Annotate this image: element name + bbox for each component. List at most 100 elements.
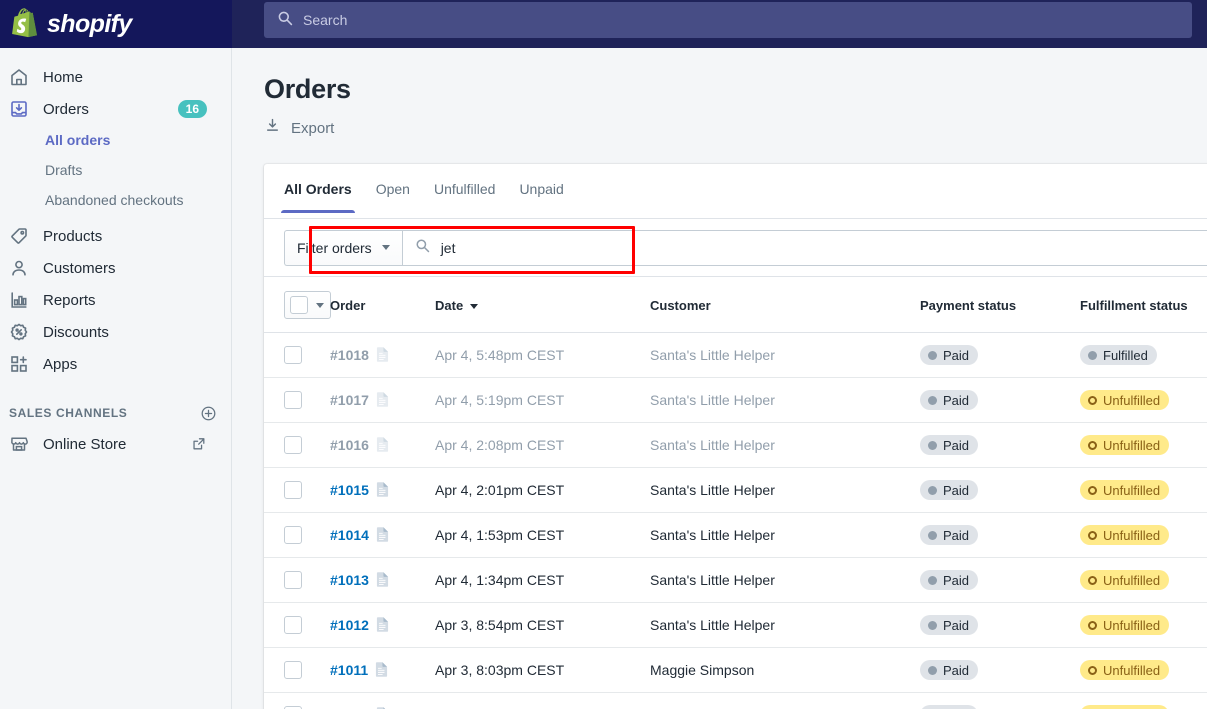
global-search-input[interactable]: Search: [264, 2, 1192, 38]
customer-name: Santa's Little Helper: [650, 437, 775, 453]
filter-orders-dropdown[interactable]: Filter orders: [284, 229, 402, 266]
row-checkbox[interactable]: [284, 436, 302, 455]
table-row[interactable]: #1016 Apr 4, 2:08pm CEST Santa's Little He…: [264, 422, 1207, 468]
order-date-cell: Apr 3, 8:54pm CEST: [435, 602, 650, 648]
order-date: Apr 3, 8:03pm CEST: [435, 662, 565, 678]
payment-status-cell: Paid: [920, 692, 1080, 709]
sidebar-item-customers[interactable]: Customers: [0, 252, 223, 284]
row-checkbox[interactable]: [284, 661, 302, 680]
order-number-cell: #1011: [330, 647, 435, 693]
sales-channels-title: SALES CHANNELS: [9, 406, 128, 420]
tab-unpaid[interactable]: Unpaid: [507, 164, 575, 212]
sidebar-item-abandoned-checkouts[interactable]: Abandoned checkouts: [0, 185, 231, 215]
table-row[interactable]: #1010Apr 3, 7:31pm CESTSanta's Little He…: [264, 692, 1207, 709]
table-row[interactable]: #1014 Apr 4, 1:53pm CEST Santa's Little He…: [264, 512, 1207, 558]
chevron-down-icon[interactable]: [316, 302, 324, 308]
shopify-logo[interactable]: shopify: [11, 8, 132, 40]
order-number-cell: #1015: [330, 467, 435, 513]
sidebar-item-online-store[interactable]: Online Store: [0, 428, 223, 460]
filter-orders-label: Filter orders: [297, 239, 372, 256]
fulfillment-status-badge: Fulfilled: [1080, 345, 1157, 365]
status-dot-icon: [928, 665, 937, 675]
main-content: Orders Export All Orders Open Unfulfille…: [232, 48, 1207, 709]
orders-search-value: jet: [440, 239, 456, 256]
orders-search-input[interactable]: jet: [401, 229, 1207, 266]
row-checkbox[interactable]: [284, 571, 302, 590]
filter-row: Filter orders jet: [264, 219, 1207, 277]
sidebar-item-all-orders[interactable]: All orders: [0, 125, 231, 155]
sidebar-item-drafts[interactable]: Drafts: [0, 155, 231, 185]
table-row[interactable]: #1015 Apr 4, 2:01pm CEST Santa's Little He…: [264, 467, 1207, 513]
row-select-cell: [264, 467, 330, 513]
order-link[interactable]: #1016: [330, 437, 369, 453]
table-row[interactable]: #1013 Apr 4, 1:34pm CEST Santa's Little He…: [264, 557, 1207, 603]
row-checkbox[interactable]: [284, 346, 302, 365]
table-row[interactable]: #1012 Apr 3, 8:54pm CEST Santa's Little He…: [264, 602, 1207, 648]
tab-unfulfilled[interactable]: Unfulfilled: [422, 164, 507, 212]
fulfillment-status-cell: Unfulfilled: [1080, 647, 1207, 693]
header-fulfillment-status[interactable]: Fulfillment status: [1080, 277, 1207, 333]
sidebar-item-label: Discounts: [43, 323, 109, 341]
table-row[interactable]: #1018 Apr 4, 5:48pm CEST Santa's Little He…: [264, 332, 1207, 378]
fulfillment-status-cell: Unfulfilled: [1080, 602, 1207, 648]
fulfillment-status-cell: Fulfilled: [1080, 332, 1207, 378]
row-checkbox[interactable]: [284, 481, 302, 500]
export-button[interactable]: Export: [264, 117, 334, 139]
payment-status-badge: Paid: [920, 390, 979, 410]
order-number-cell: #1010: [330, 692, 435, 709]
order-link[interactable]: #1018: [330, 347, 369, 363]
order-link[interactable]: #1017: [330, 392, 369, 408]
orders-table-body: #1018 Apr 4, 5:48pm CEST Santa's Little He…: [264, 332, 1207, 709]
row-checkbox[interactable]: [284, 526, 302, 545]
fulfillment-status-badge: Unfulfilled: [1080, 525, 1170, 545]
sidebar-item-products[interactable]: Products: [0, 220, 223, 252]
brand-wordmark: shopify: [47, 9, 132, 38]
sidebar-item-reports[interactable]: Reports: [0, 284, 223, 316]
order-date: Apr 4, 5:48pm CEST: [435, 347, 565, 363]
status-label: Paid: [943, 617, 970, 633]
header-date[interactable]: Date: [435, 277, 650, 333]
apps-icon: [9, 354, 29, 374]
tab-open[interactable]: Open: [364, 164, 422, 212]
brand-logo-area[interactable]: shopify: [0, 0, 232, 48]
row-select-cell: [264, 512, 330, 558]
payment-status-badge: Paid: [920, 525, 979, 545]
payment-status-badge: Paid: [920, 570, 979, 590]
checkbox-box[interactable]: [290, 296, 308, 314]
order-link[interactable]: #1011: [330, 662, 368, 678]
sort-descending-icon[interactable]: [470, 303, 479, 309]
header-order[interactable]: Order: [330, 277, 435, 333]
header-payment-status[interactable]: Payment status: [920, 277, 1080, 333]
status-dot-icon: [928, 620, 937, 630]
orders-card: All Orders Open Unfulfilled Unpaid Filte…: [264, 164, 1207, 709]
order-date: Apr 4, 2:08pm CEST: [435, 437, 565, 453]
order-link[interactable]: #1015: [330, 482, 369, 498]
orders-table: Order Date Customer Payment status Fulfi…: [264, 277, 1207, 709]
order-date-cell: Apr 3, 7:31pm CEST: [435, 692, 650, 709]
order-link[interactable]: #1014: [330, 527, 369, 543]
sidebar-item-discounts[interactable]: Discounts: [0, 316, 223, 348]
order-note-icon: [369, 437, 389, 453]
sidebar-item-orders[interactable]: Orders 16: [0, 93, 223, 125]
row-select-cell: [264, 647, 330, 693]
header-customer[interactable]: Customer: [650, 277, 920, 333]
status-dot-icon: [928, 350, 937, 360]
tab-all-orders[interactable]: All Orders: [272, 164, 364, 213]
order-note-icon: [369, 347, 389, 363]
table-row[interactable]: #1011 Apr 3, 8:03pm CEST Maggie Simpson Pai…: [264, 647, 1207, 693]
row-checkbox[interactable]: [284, 616, 302, 635]
table-row[interactable]: #1017 Apr 4, 5:19pm CEST Santa's Little He…: [264, 377, 1207, 423]
external-link-icon[interactable]: [191, 436, 207, 452]
plus-circle-icon[interactable]: [200, 405, 217, 422]
order-date-cell: Apr 4, 1:53pm CEST: [435, 512, 650, 558]
sidebar-item-home[interactable]: Home: [0, 61, 223, 93]
sidebar-item-apps[interactable]: Apps: [0, 348, 223, 380]
reports-icon: [9, 290, 29, 310]
row-select-cell: [264, 692, 330, 709]
order-link[interactable]: #1013: [330, 572, 369, 588]
page-title: Orders: [264, 74, 351, 104]
sidebar-item-label: Products: [43, 227, 103, 245]
order-link[interactable]: #1012: [330, 617, 369, 633]
row-checkbox[interactable]: [284, 391, 302, 410]
select-all-checkbox[interactable]: [284, 291, 331, 319]
